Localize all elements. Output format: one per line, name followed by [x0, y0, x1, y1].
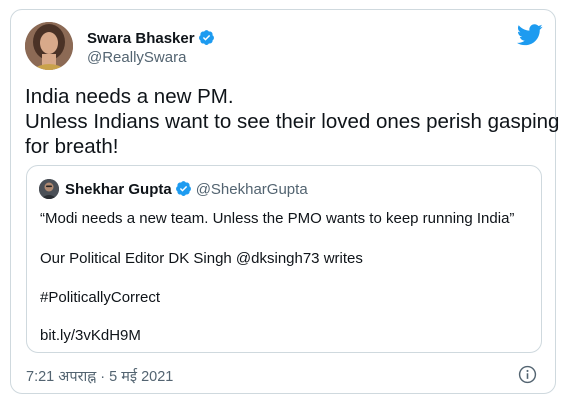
- quoted-text-line: “Modi needs a new team. Unless the PMO w…: [40, 210, 515, 227]
- quoted-tweet[interactable]: Shekhar Gupta @ShekharGupta “Modi needs a…: [26, 165, 542, 353]
- tweet-text: India needs a new PM. Unless Indians wan…: [25, 84, 560, 159]
- quoted-author-name: Shekhar Gupta: [65, 181, 172, 198]
- twitter-bird-icon[interactable]: [517, 24, 543, 46]
- author-name-text: Swara Bhasker: [87, 30, 195, 47]
- quoted-hashtag[interactable]: #PoliticallyCorrect: [40, 289, 160, 306]
- quoted-link[interactable]: bit.ly/3vKdH9M: [40, 327, 141, 344]
- tweet-text-line: India needs a new PM.: [25, 85, 234, 108]
- author-handle[interactable]: @ReallySwara: [87, 49, 186, 66]
- author-avatar[interactable]: [25, 22, 73, 70]
- info-icon[interactable]: [518, 365, 537, 384]
- tweet-timestamp[interactable]: 7:21 अपराह्न · 5 मई 2021: [26, 366, 173, 386]
- tweet-text-line: Unless Indians want to see their loved o…: [25, 110, 560, 133]
- embedded-tweet-card: Swara Bhasker @ReallySwara India needs a…: [10, 9, 560, 394]
- quoted-author-handle: @ShekharGupta: [195, 181, 308, 198]
- verified-badge-icon: [175, 181, 191, 196]
- quoted-author: Shekhar Gupta @ShekharGupta: [65, 180, 308, 198]
- quoted-text-line: Our Political Editor DK Singh @dksingh73…: [40, 250, 363, 267]
- author-name[interactable]: Swara Bhasker: [87, 29, 215, 47]
- tweet-text-line: for breath!: [25, 135, 119, 158]
- quoted-author-avatar: [39, 179, 59, 199]
- verified-badge-icon: [198, 30, 214, 45]
